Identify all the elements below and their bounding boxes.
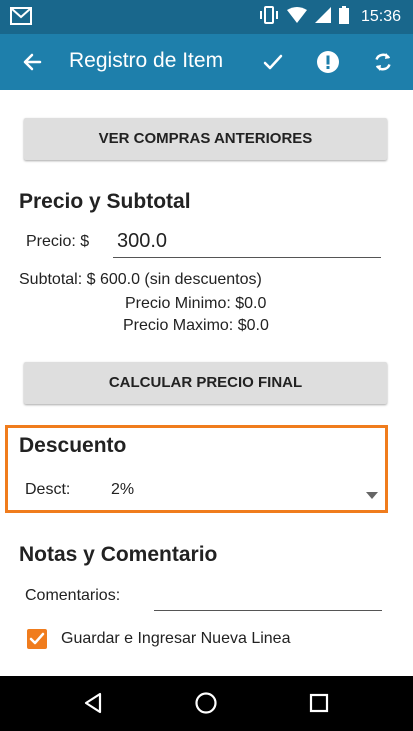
battery-icon bbox=[338, 5, 349, 29]
app-bar: Registro de Item bbox=[0, 34, 413, 90]
nav-home-icon[interactable] bbox=[194, 691, 218, 720]
nav-recents-icon[interactable] bbox=[308, 691, 330, 720]
guardar-checkbox-label[interactable]: Guardar e Ingresar Nueva Linea bbox=[61, 630, 290, 648]
refresh-icon[interactable] bbox=[371, 50, 395, 79]
back-arrow-icon[interactable] bbox=[20, 50, 44, 79]
descuento-select[interactable]: 2% bbox=[111, 481, 134, 499]
subtotal-text: Subtotal: $ 600.0 (sin descuentos) bbox=[19, 271, 262, 288]
descuento-section-title: Descuento bbox=[19, 434, 127, 457]
precio-section-title: Precio y Subtotal bbox=[19, 190, 191, 213]
ver-compras-anteriores-button[interactable]: VER COMPRAS ANTERIORES bbox=[24, 118, 387, 160]
comentarios-label: Comentarios: bbox=[25, 587, 121, 604]
precio-minimo-text: Precio Minimo: $0.0 bbox=[125, 295, 267, 312]
system-nav-bar bbox=[0, 676, 413, 731]
page-title: Registro de Item bbox=[69, 49, 224, 72]
notas-section-title: Notas y Comentario bbox=[19, 543, 218, 566]
status-bar: 15:36 bbox=[0, 0, 413, 34]
comentarios-input-underline bbox=[154, 610, 382, 611]
precio-input[interactable]: 300.0 bbox=[117, 230, 167, 253]
status-time: 15:36 bbox=[360, 8, 401, 25]
precio-maximo-text: Precio Maximo: $0.0 bbox=[123, 317, 269, 334]
nav-back-icon[interactable] bbox=[82, 691, 104, 720]
guardar-checkbox[interactable] bbox=[27, 629, 47, 649]
gmail-icon bbox=[10, 7, 32, 30]
checkmark-icon bbox=[29, 632, 45, 645]
dropdown-arrow-icon[interactable] bbox=[366, 486, 378, 504]
descuento-label: Desct: bbox=[25, 481, 71, 498]
wifi-icon bbox=[286, 6, 307, 28]
vibrate-icon bbox=[259, 5, 279, 29]
signal-icon bbox=[314, 6, 331, 28]
check-icon[interactable] bbox=[261, 50, 285, 79]
alert-icon[interactable] bbox=[316, 50, 340, 79]
calcular-precio-final-button[interactable]: CALCULAR PRECIO FINAL bbox=[24, 362, 387, 404]
precio-label: Precio: $ bbox=[26, 233, 90, 250]
precio-input-underline bbox=[113, 257, 381, 258]
